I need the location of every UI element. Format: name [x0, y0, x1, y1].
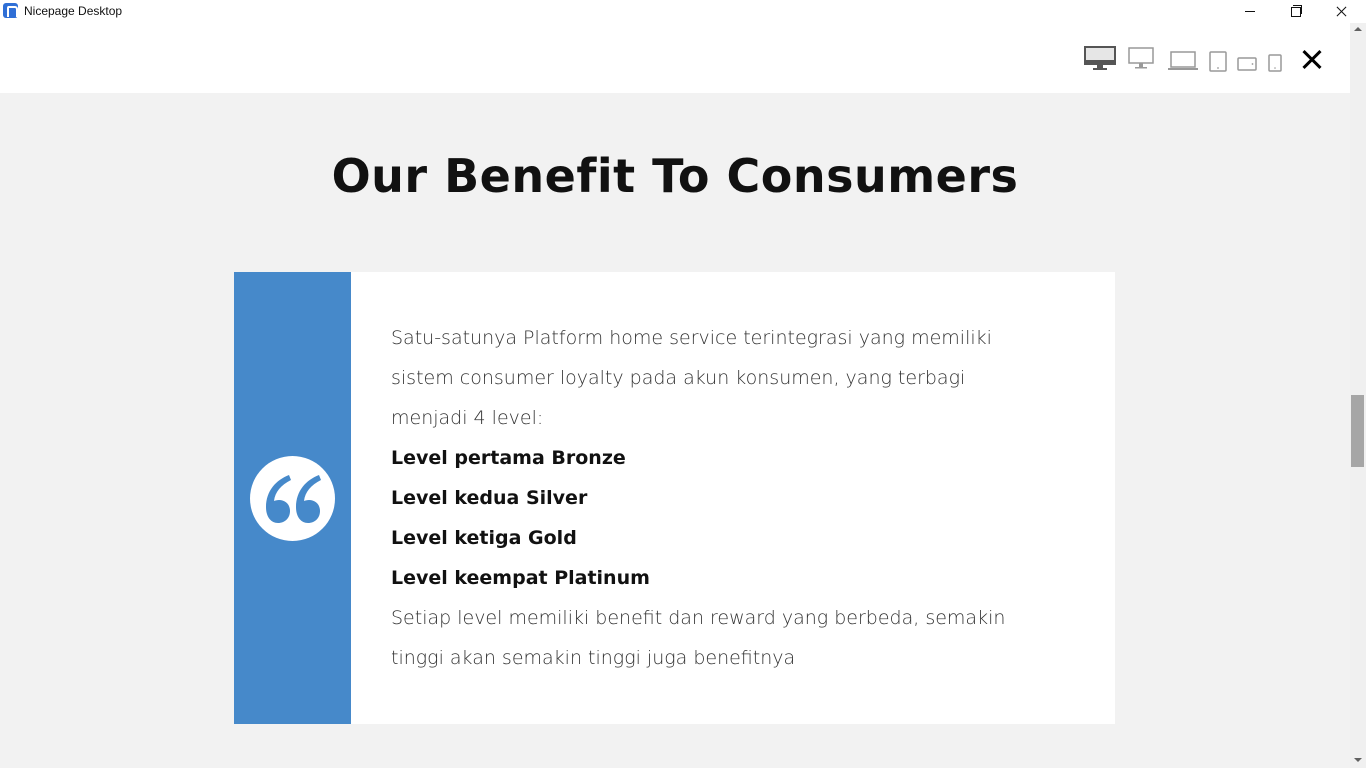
quote-icon [266, 475, 321, 523]
card-accent-panel [234, 272, 351, 724]
desktop-icon[interactable] [1128, 47, 1154, 71]
page-preview: Our Benefit To Consumers Satu-satunya Pl… [0, 93, 1350, 768]
scroll-thumb[interactable] [1351, 395, 1364, 467]
level-item: Level kedua Silver [391, 487, 588, 509]
section-heading: Our Benefit To Consumers [331, 149, 1019, 203]
intro-line: menjadi 4 level: [391, 407, 544, 429]
level-item: Level ketiga Gold [391, 527, 577, 549]
intro-line: Satu-satunya Platform home service terin… [391, 327, 992, 349]
scroll-down-arrow-icon[interactable] [1354, 758, 1362, 762]
laptop-icon[interactable] [1168, 51, 1198, 71]
card-body: Satu-satunya Platform home service terin… [391, 318, 1071, 678]
outro-line: Setiap level memiliki benefit dan reward… [391, 607, 1006, 629]
scroll-up-arrow-icon[interactable] [1354, 27, 1362, 31]
benefit-card: Satu-satunya Platform home service terin… [234, 272, 1115, 724]
window-title: Nicepage Desktop [24, 4, 123, 18]
level-item: Level pertama Bronze [391, 447, 626, 469]
intro-line: sistem consumer loyalty pada akun konsum… [391, 367, 966, 389]
window-titlebar: Nicepage Desktop [0, 0, 1366, 23]
restore-button[interactable] [1272, 0, 1318, 23]
minimize-button[interactable] [1226, 0, 1272, 23]
preview-toolbar [0, 23, 1350, 93]
close-preview-icon[interactable] [1300, 48, 1326, 74]
quote-badge [250, 456, 335, 541]
tablet-icon[interactable] [1209, 51, 1227, 72]
nicepage-logo-icon [3, 3, 18, 18]
vertical-scrollbar[interactable] [1350, 23, 1366, 768]
outro-line: tinggi akan semakin tinggi juga benefitn… [391, 647, 796, 669]
tablet-landscape-icon[interactable] [1237, 57, 1257, 71]
desktop-large-icon[interactable] [1084, 46, 1116, 71]
level-item: Level keempat Platinum [391, 567, 650, 589]
close-window-button[interactable] [1318, 0, 1364, 23]
phone-icon[interactable] [1268, 54, 1282, 72]
